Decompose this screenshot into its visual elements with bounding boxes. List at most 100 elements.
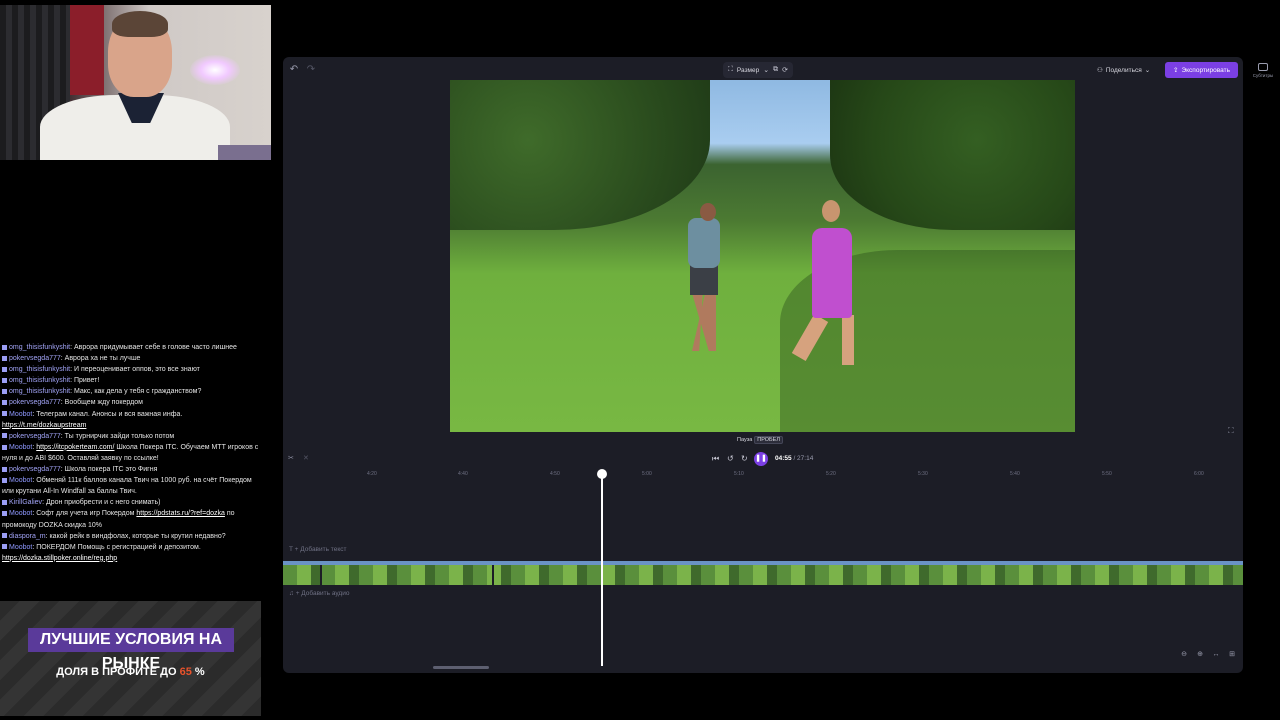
streamer-hair [112, 11, 168, 37]
redo-icon[interactable]: ↷ [305, 64, 317, 76]
clip-divider [492, 565, 494, 585]
chat-username[interactable]: omg_thisisfunkyshit [9, 366, 70, 373]
banner-subtitle: ДОЛЯ В ПРОФИТЕ ДО 65 % [0, 666, 261, 678]
fit-timeline-icon[interactable]: ↔ [1211, 650, 1221, 660]
banner-percent-sign: % [194, 666, 205, 678]
chat-text: Дрон приобрести и с него снимать) [45, 499, 161, 507]
chat-link[interactable]: https://dozka.stillpoker.online/reg.php [2, 555, 117, 562]
chat-username[interactable]: KirillGaliev [9, 499, 42, 506]
export-button[interactable]: ⇪ Экспортировать [1165, 62, 1238, 78]
chat-text: ПОКЕРДОМ Помощь с регистрацией и депозит… [36, 543, 201, 551]
delete-icon[interactable]: ✕ [303, 454, 309, 462]
chat-message: diaspora_m: какой рейк в виндфолах, кото… [0, 531, 265, 542]
pause-tooltip: Пауза ПРОБЕЛ [737, 434, 783, 445]
tooltip-label: Пауза [737, 436, 753, 443]
split-icon[interactable]: ✂ [288, 454, 294, 462]
timeline-scrollbar[interactable] [433, 666, 489, 669]
chat-message: Moobot: https://itcpokerteam.com/ Школа … [2, 443, 259, 462]
playhead-handle[interactable] [597, 469, 607, 479]
banner-headline: ЛУЧШИЕ УСЛОВИЯ НА РЫНКЕ [28, 628, 234, 672]
chat-text: Аврора придумывает себе в голове часто л… [73, 344, 237, 351]
timeline-ruler[interactable]: 4:20 4:40 4:50 5:00 5:10 5:20 5:30 5:40 … [283, 469, 1243, 481]
chat-badge-icon [2, 466, 7, 472]
chat-username[interactable]: omg_thisisfunkyshit [9, 377, 70, 384]
golfer-man [682, 203, 730, 353]
chat-text: Софт для учета игр Покердом [36, 510, 135, 518]
pause-button[interactable]: ❚❚ [754, 452, 768, 466]
chat-message: KirillGaliev: Дрон приобрести и с него с… [0, 497, 265, 508]
chat-message: pokervsegda777: Аврора ха не ты лучше [0, 353, 265, 364]
share-button[interactable]: ⚇ Поделиться ⌄ [1097, 63, 1150, 77]
chat-message: omg_thisisfunkyshit: Привет! [0, 375, 265, 386]
chat-text: Аврора ха не ты лучше [64, 355, 141, 363]
chat-username[interactable]: omg_thisisfunkyshit [9, 344, 70, 351]
fullscreen-icon[interactable]: ⛶ [1228, 426, 1234, 436]
chat-text: какой рейк в виндфолах, которые ты крути… [49, 532, 226, 540]
ruler-tick-label: 4:20 [367, 471, 377, 477]
zoom-in-icon[interactable]: ⊕ [1195, 650, 1205, 660]
ruler-tick-label: 5:20 [826, 471, 836, 477]
playhead-line[interactable] [601, 470, 603, 666]
timecode: 04:55 / 27:14 [775, 455, 813, 462]
ring-light [190, 55, 240, 85]
chat-username[interactable]: diaspora_m [9, 533, 46, 540]
chat-link[interactable]: https://pdstats.ru/?ref=dozka [136, 510, 225, 517]
chat-text: И переоценивает оппов, это все знают [73, 366, 200, 374]
golfer-shirt [688, 218, 720, 268]
rotate-icon[interactable]: ⟳ [782, 66, 788, 74]
expand-timeline-icon[interactable]: ⊞ [1227, 650, 1237, 660]
size-label: Размер [736, 66, 760, 74]
chat-link[interactable]: https://t.me/dozkaupstream [2, 422, 86, 429]
chat-message: omg_thisisfunkyshit: Аврора придумывает … [0, 342, 265, 353]
chat-text: Привет! [73, 377, 100, 385]
skip-back-icon[interactable]: ⏮ [712, 454, 719, 464]
chat-badge-icon [2, 411, 7, 417]
total-time: / 27:14 [793, 455, 814, 462]
chat-username[interactable]: Moobot [9, 411, 32, 418]
rewind-5s-icon[interactable]: ↺ [727, 454, 734, 463]
chat-badge-icon [2, 377, 7, 383]
video-clip-track[interactable] [283, 561, 1243, 585]
chat-username[interactable]: Moobot [9, 510, 32, 517]
golfer-leg [842, 315, 854, 365]
clip-divider [320, 565, 322, 585]
subtitles-label: Субтитры [1252, 73, 1274, 78]
chat-username[interactable]: pokervsegda777 [9, 399, 61, 406]
chat-username[interactable]: Moobot [9, 444, 32, 451]
chat-message: pokervsegda777: Школа покера ITC это Фиг… [0, 464, 265, 475]
chat-username[interactable]: pokervsegda777 [9, 355, 61, 362]
text-icon: T [289, 546, 293, 553]
add-text-track[interactable]: T + Добавить текст [289, 546, 346, 553]
crop-icon[interactable]: ⧉ [773, 66, 778, 74]
chat-link[interactable]: https://itcpokerteam.com/ [36, 444, 114, 451]
chat-username[interactable]: Moobot [9, 544, 32, 551]
ruler-tick-label: 5:00 [642, 471, 652, 477]
share-label: Поделиться [1105, 66, 1142, 74]
tooltip-key: ПРОБЕЛ [754, 435, 783, 444]
red-panel [70, 5, 104, 95]
chat-message: Moobot: Обменяй 111к баллов канала Твич … [2, 477, 252, 496]
chat-badge-icon [2, 366, 7, 372]
zoom-out-icon[interactable]: ⊖ [1179, 650, 1189, 660]
chat-badge-icon [2, 389, 7, 395]
size-dropdown[interactable]: ⛶ Размер ⌄ ⧉ ⟳ [723, 62, 793, 78]
chat-username[interactable]: pokervsegda777 [9, 466, 61, 473]
chat-badge-icon [2, 444, 7, 450]
undo-icon[interactable]: ↶ [288, 64, 300, 76]
subtitles-button[interactable]: Субтитры [1251, 63, 1275, 78]
chat-message: Moobot: Софт для учета игр Покердом http… [2, 510, 235, 529]
add-audio-track[interactable]: ♫ + Добавить аудио [289, 590, 349, 597]
chat-username[interactable]: pokervsegda777 [9, 433, 61, 440]
chat-username[interactable]: omg_thisisfunkyshit [9, 388, 70, 395]
video-preview[interactable] [450, 80, 1075, 432]
banner-percent: 65 [179, 666, 192, 678]
current-time: 04:55 [775, 455, 792, 462]
chat-text: Обменяй 111к баллов канала Твич на 1000 … [2, 477, 252, 496]
chat-username[interactable]: Moobot [9, 477, 32, 484]
forward-5s-icon[interactable]: ↻ [741, 454, 748, 463]
chat-text: Школа покера ITC это Фигня [64, 466, 158, 474]
zoom-controls: ⊖ ⊕ ↔ ⊞ [1179, 650, 1237, 660]
golfer-shorts [690, 265, 718, 295]
ruler-tick-label: 4:50 [550, 471, 560, 477]
golfer-head [822, 200, 840, 222]
